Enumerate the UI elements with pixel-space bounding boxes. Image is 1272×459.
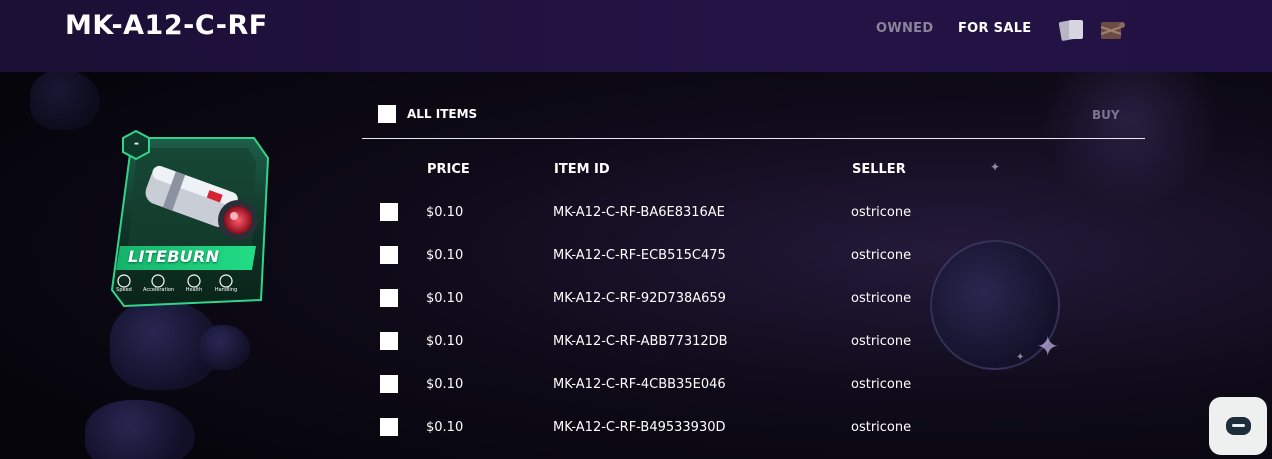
row-seller: ostricone bbox=[851, 377, 912, 392]
select-all-checkbox[interactable] bbox=[378, 105, 396, 123]
tab-owned[interactable]: OWNED bbox=[876, 21, 933, 36]
inventory-crate-icon[interactable] bbox=[1098, 17, 1128, 43]
row-item-id: MK-A12-C-RF-B49533930D bbox=[553, 420, 726, 435]
row-item-id: MK-A12-C-RF-92D738A659 bbox=[553, 291, 726, 306]
row-price: $0.10 bbox=[426, 334, 464, 349]
row-item-id: MK-A12-C-RF-BA6E8316AE bbox=[553, 205, 725, 220]
table-row: $0.10 MK-A12-C-RF-ABB77312DB ostricone bbox=[362, 330, 1145, 373]
tab-for-sale[interactable]: FOR SALE bbox=[958, 21, 1031, 36]
card-name: LITEBURN bbox=[128, 247, 220, 266]
table-row: $0.10 MK-A12-C-RF-B49533930D ostricone bbox=[362, 416, 1145, 459]
row-seller: ostricone bbox=[851, 291, 912, 306]
chat-icon bbox=[1226, 417, 1251, 435]
row-price: $0.10 bbox=[426, 205, 464, 220]
buy-button[interactable]: BUY bbox=[1092, 108, 1120, 122]
table-row: $0.10 MK-A12-C-RF-92D738A659 ostricone bbox=[362, 287, 1145, 330]
card-badge: - bbox=[134, 136, 139, 150]
row-checkbox[interactable] bbox=[380, 332, 398, 350]
row-seller: ostricone bbox=[851, 334, 912, 349]
page-title: MK-A12-C-RF bbox=[65, 10, 268, 41]
table-divider bbox=[362, 138, 1145, 139]
select-all-label: ALL ITEMS bbox=[407, 107, 478, 121]
column-header-item-id: ITEM ID bbox=[554, 162, 610, 177]
row-price: $0.10 bbox=[426, 291, 464, 306]
card-stat-speed: Speed bbox=[116, 287, 132, 293]
column-header-seller: SELLER bbox=[852, 162, 906, 177]
row-price: $0.10 bbox=[426, 420, 464, 435]
row-checkbox[interactable] bbox=[380, 289, 398, 307]
row-item-id: MK-A12-C-RF-ECB515C475 bbox=[553, 248, 726, 263]
asteroid-decoration bbox=[200, 325, 250, 370]
column-header-price: PRICE bbox=[427, 162, 470, 177]
row-checkbox[interactable] bbox=[380, 375, 398, 393]
row-checkbox[interactable] bbox=[380, 246, 398, 264]
row-item-id: MK-A12-C-RF-4CBB35E046 bbox=[553, 377, 726, 392]
star-decoration: ✦ bbox=[990, 160, 1001, 174]
row-checkbox[interactable] bbox=[380, 203, 398, 221]
top-header: MK-A12-C-RF OWNED FOR SALE bbox=[0, 0, 1272, 72]
row-seller: ostricone bbox=[851, 205, 912, 220]
chat-launcher-button[interactable] bbox=[1209, 397, 1267, 455]
table-row: $0.10 MK-A12-C-RF-ECB515C475 ostricone bbox=[362, 244, 1145, 287]
table-row: $0.10 MK-A12-C-RF-4CBB35E046 ostricone bbox=[362, 373, 1145, 416]
table-row: $0.10 MK-A12-C-RF-BA6E8316AE ostricone bbox=[362, 201, 1145, 244]
card-stat-health: Health bbox=[185, 287, 203, 293]
row-seller: ostricone bbox=[851, 420, 912, 435]
row-price: $0.10 bbox=[426, 248, 464, 263]
row-checkbox[interactable] bbox=[380, 418, 398, 436]
asteroid-decoration bbox=[85, 400, 195, 459]
card-stat-acceleration: Acceleration bbox=[143, 287, 175, 293]
asteroid-decoration bbox=[30, 70, 100, 130]
card-stat-handling: Handling bbox=[214, 287, 238, 293]
row-price: $0.10 bbox=[426, 377, 464, 392]
row-seller: ostricone bbox=[851, 248, 912, 263]
row-item-id: MK-A12-C-RF-ABB77312DB bbox=[553, 334, 728, 349]
cards-icon[interactable] bbox=[1058, 17, 1086, 43]
